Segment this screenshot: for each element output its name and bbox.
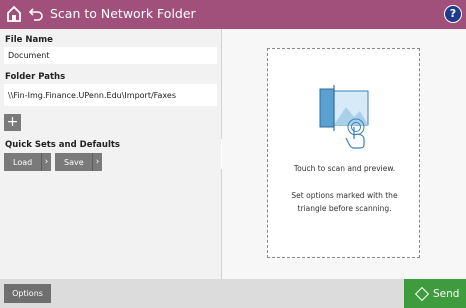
quick-sets-label: Quick Sets and Defaults [5, 140, 120, 150]
settings-panel: File Name Document Folder Paths \\Fin-Im… [0, 29, 221, 279]
page-title: Scan to Network Folder [50, 6, 196, 21]
save-button[interactable]: Save › [55, 153, 102, 171]
load-button[interactable]: Load › [4, 153, 51, 171]
add-folder-path-button[interactable]: + [4, 114, 21, 131]
title-bar: Scan to Network Folder ? [0, 0, 466, 29]
preview-message: Touch to scan and preview. [293, 164, 396, 173]
chevron-right-icon: › [92, 153, 102, 171]
help-icon[interactable]: ? [444, 5, 462, 23]
preview-hint-line2: triangle before scanning. [297, 204, 392, 213]
send-button-label: Send [433, 287, 460, 300]
back-arrow-icon[interactable] [28, 6, 44, 22]
folder-path-item[interactable]: \\Fin-Img.Finance.UPenn.Edu\Import/Faxes [4, 84, 217, 106]
load-button-label: Load [13, 157, 33, 167]
file-name-field[interactable]: Document [4, 47, 217, 64]
preview-area[interactable]: Touch to scan and preview. Set options m… [267, 48, 420, 258]
save-button-label: Save [64, 157, 84, 167]
touch-preview-icon [319, 85, 369, 149]
footer-bar: Options Send [0, 279, 466, 308]
send-diamond-icon [414, 286, 430, 301]
send-button[interactable]: Send [404, 279, 466, 308]
chevron-right-icon: › [41, 153, 51, 171]
file-name-label: File Name [5, 35, 53, 45]
folder-paths-label: Folder Paths [5, 72, 66, 82]
home-icon[interactable] [6, 5, 22, 23]
preview-hint-line1: Set options marked with the [291, 191, 398, 200]
options-button[interactable]: Options [4, 284, 51, 303]
